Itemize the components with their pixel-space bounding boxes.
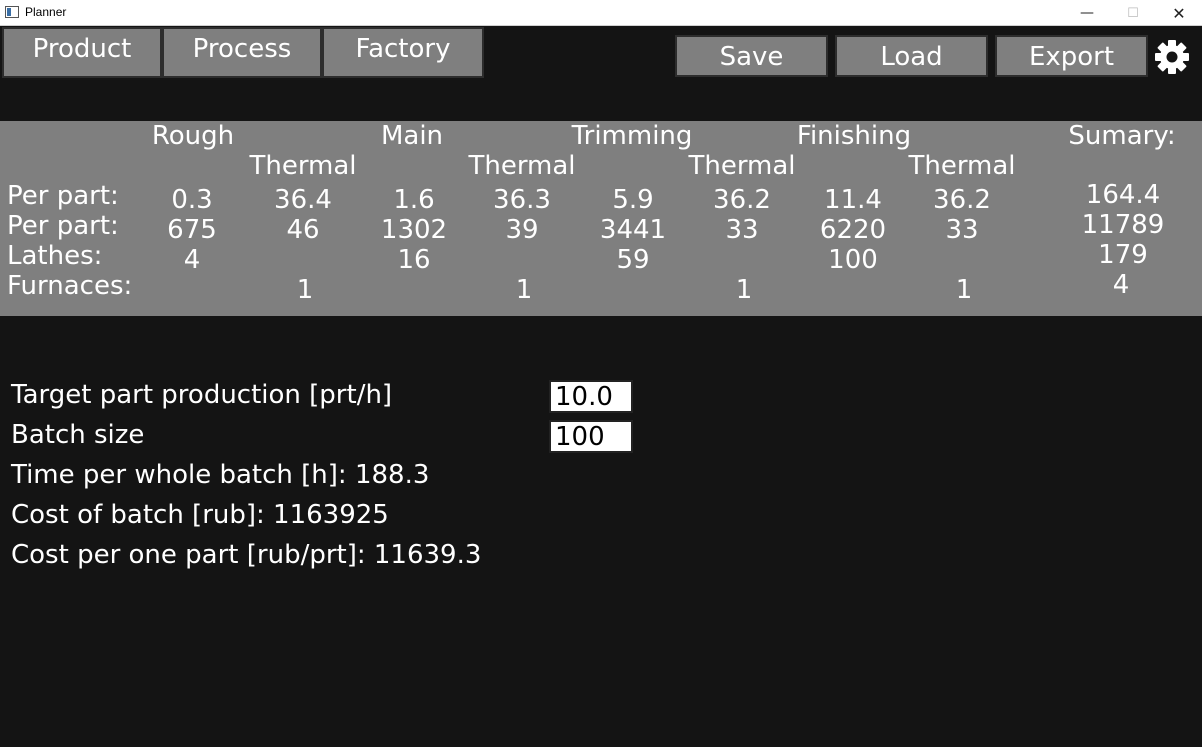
maximize-icon: ☐: [1127, 5, 1139, 21]
window-title: Planner: [25, 5, 67, 19]
cell-value: 36.2: [933, 185, 991, 215]
cost-per-part-text: Cost per one part [rub/prt]: 11639.3: [11, 540, 482, 570]
cell-value: 1: [515, 275, 533, 305]
stage-header-main: Main: [380, 121, 444, 151]
cell-value: 16: [397, 245, 431, 275]
cell-value: 11.4: [824, 185, 882, 215]
target-production-input[interactable]: [549, 380, 633, 413]
minimize-button[interactable]: —: [1064, 0, 1110, 26]
target-production-label: Target part production [prt/h]: [11, 380, 393, 410]
cell-value: 6220: [819, 215, 887, 245]
cell-value: 4: [183, 245, 201, 275]
gear-icon[interactable]: [1154, 39, 1190, 75]
stage-header-finishing: Finishing: [796, 121, 912, 151]
summary-total: 11789: [1081, 210, 1165, 240]
app-icon: [5, 6, 19, 18]
tab-factory[interactable]: Factory: [322, 27, 484, 78]
cell-value: 33: [725, 215, 759, 245]
tab-process[interactable]: Process: [162, 27, 322, 78]
stage-header-rough: Rough: [151, 121, 235, 151]
cell-value: 39: [505, 215, 539, 245]
summary-total: 179: [1098, 240, 1148, 270]
thermal-header: Thermal: [908, 151, 1016, 181]
load-button[interactable]: Load: [835, 35, 988, 77]
close-button[interactable]: ✕: [1156, 0, 1202, 26]
row-label-lathes: Lathes:: [7, 241, 103, 271]
batch-size-label: Batch size: [11, 420, 145, 450]
thermal-header: Thermal: [468, 151, 576, 181]
thermal-header: Thermal: [249, 151, 357, 181]
maximize-button[interactable]: ☐: [1110, 0, 1156, 26]
summary-total: 4: [1112, 270, 1130, 300]
cell-value: 36.3: [493, 185, 551, 215]
tab-product[interactable]: Product: [2, 27, 162, 78]
batch-size-input[interactable]: [549, 420, 633, 453]
cell-value: 33: [945, 215, 979, 245]
cell-value: 1: [296, 275, 314, 305]
cell-value: 36.4: [274, 185, 332, 215]
minimize-icon: —: [1080, 5, 1094, 21]
cell-value: 36.2: [713, 185, 771, 215]
cell-value: 59: [616, 245, 650, 275]
window-titlebar: Planner — ☐ ✕: [0, 0, 1202, 26]
row-label-per-part-cost: Per part:: [7, 211, 119, 241]
thermal-header: Thermal: [688, 151, 796, 181]
time-per-batch-text: Time per whole batch [h]: 188.3: [11, 460, 430, 490]
cell-value: 1302: [380, 215, 448, 245]
export-button[interactable]: Export: [995, 35, 1148, 77]
process-summary-panel: Rough Main Trimming Finishing Sumary: Th…: [0, 121, 1202, 316]
save-button[interactable]: Save: [675, 35, 828, 77]
cost-of-batch-text: Cost of batch [rub]: 1163925: [11, 500, 389, 530]
summary-total: 164.4: [1085, 180, 1161, 210]
cell-value: 1: [735, 275, 753, 305]
cell-value: 3441: [599, 215, 667, 245]
cell-value: 1: [955, 275, 973, 305]
cell-value: 5.9: [612, 185, 654, 215]
row-label-furnaces: Furnaces:: [7, 271, 133, 301]
cell-value: 46: [286, 215, 320, 245]
cell-value: 1.6: [393, 185, 435, 215]
row-label-per-part-time: Per part:: [7, 181, 119, 211]
summary-header: Sumary:: [1068, 121, 1176, 151]
cell-value: 100: [828, 245, 878, 275]
cell-value: 0.3: [171, 185, 213, 215]
cell-value: 675: [167, 215, 217, 245]
stage-header-trimming: Trimming: [571, 121, 693, 151]
close-icon: ✕: [1172, 3, 1186, 23]
